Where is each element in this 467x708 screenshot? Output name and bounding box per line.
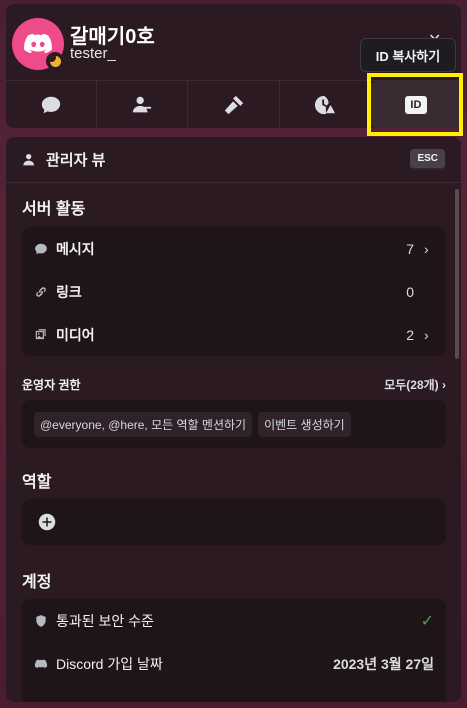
- permissions-card: @everyone, @here, 모든 역할 멘션하기 이벤트 생성하기: [22, 400, 446, 448]
- timeout-warning-icon: [314, 95, 335, 114]
- roles-label: 역할: [22, 474, 52, 491]
- user-manage-icon: [133, 96, 152, 112]
- server-activity-card: 메시지 7 › 링크 0 미디어 2 ›: [22, 227, 446, 356]
- permissions-all-label: 모두(28개): [384, 378, 439, 392]
- row-value: 2023년 3월 27일: [333, 655, 434, 672]
- row-count: 0: [406, 283, 414, 300]
- activity-row-messages[interactable]: 메시지 7 ›: [22, 227, 446, 270]
- hammer-icon: [224, 95, 243, 114]
- row-label: 통과된 보안 수준: [56, 612, 154, 629]
- account-row-joined: Discord 가입 날짜 2023년 3월 27일: [22, 642, 446, 685]
- row-label: 링크: [56, 283, 82, 300]
- row-count: 7: [406, 240, 414, 257]
- chevron-right-icon: ›: [424, 326, 429, 343]
- esc-button[interactable]: ESC: [410, 149, 445, 170]
- link-icon: [36, 286, 46, 297]
- username: tester_: [70, 45, 116, 62]
- chevron-right-icon: ›: [424, 240, 429, 257]
- account-label: 계정: [22, 574, 52, 591]
- status-idle-icon: [46, 52, 64, 70]
- row-label: 미디어: [56, 326, 95, 343]
- admin-view-panel: 관리자 뷰 ESC 서버 활동 메시지 7 › 링크 0 미디어 2 › 운영자…: [6, 137, 461, 702]
- account-row-security: 통과된 보안 수준 ✓: [22, 599, 446, 642]
- row-label: 메시지: [56, 240, 95, 257]
- row-count: 2: [406, 326, 414, 343]
- tab-message[interactable]: [6, 81, 98, 128]
- tab-ban[interactable]: [188, 81, 280, 128]
- id-icon: ID: [404, 95, 427, 114]
- row-label: Discord 가입 날짜: [56, 655, 163, 672]
- tab-copy-id[interactable]: ID: [370, 81, 462, 128]
- server-activity-label: 서버 활동: [22, 201, 86, 218]
- admin-user-icon: [23, 153, 34, 165]
- copy-id-tooltip: ID 복사하기: [360, 38, 456, 72]
- shield-icon: [36, 614, 46, 627]
- panel-header: 관리자 뷰 ESC: [6, 137, 461, 183]
- permission-chip: @everyone, @here, 모든 역할 멘션하기: [34, 412, 253, 437]
- permissions-label: 운영자 권한: [22, 378, 81, 392]
- check-icon: ✓: [420, 612, 434, 630]
- discord-icon: [34, 659, 48, 668]
- profile-tabs: ID: [6, 80, 462, 128]
- roles-card: [22, 499, 446, 545]
- activity-row-links: 링크 0: [22, 270, 446, 313]
- message-bubble-icon: [35, 243, 47, 254]
- permissions-header: 운영자 권한 모두(28개) ›: [22, 376, 446, 393]
- tab-user-manage[interactable]: [97, 81, 189, 128]
- media-icon: [35, 328, 46, 339]
- add-role-icon[interactable]: [38, 513, 56, 531]
- activity-row-media[interactable]: 미디어 2 ›: [22, 313, 446, 356]
- account-card: 통과된 보안 수준 ✓ Discord 가입 날짜 2023년 3월 27일: [22, 599, 446, 702]
- permissions-all-link[interactable]: 모두(28개) ›: [384, 376, 446, 393]
- scrollbar[interactable]: [455, 189, 459, 359]
- message-icon: [41, 96, 61, 113]
- permission-chip: 이벤트 생성하기: [258, 412, 351, 437]
- tab-timeout[interactable]: [280, 81, 371, 128]
- panel-title: 관리자 뷰: [46, 152, 106, 169]
